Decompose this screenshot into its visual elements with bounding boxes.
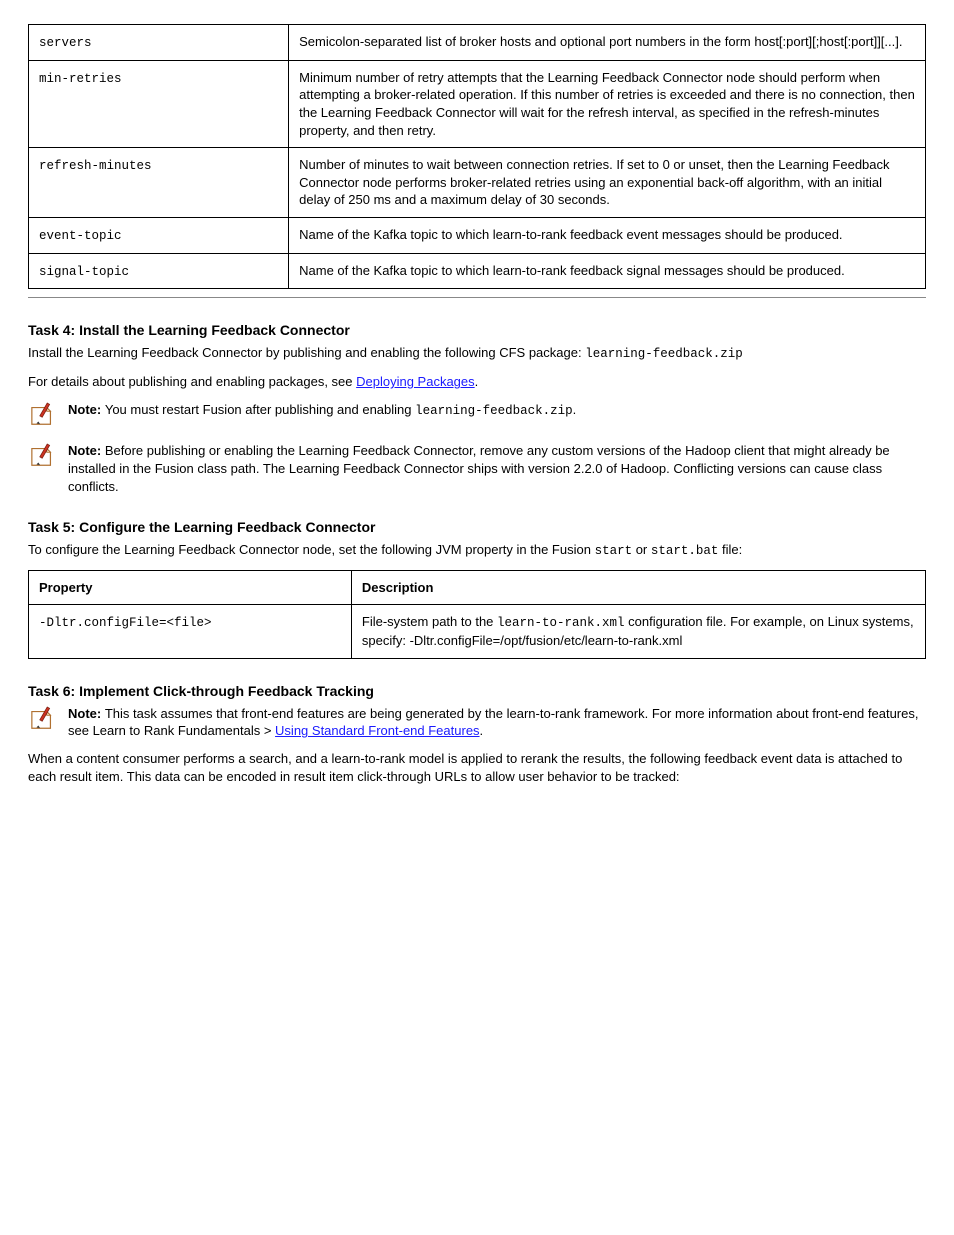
- package-name: learning-feedback.zip: [585, 347, 743, 361]
- prop-name: -Dltr.configFile=<file>: [39, 616, 212, 630]
- table-header-row: Property Description: [29, 570, 926, 605]
- prop-desc: Semicolon-separated list of broker hosts…: [289, 25, 926, 61]
- table-row: event-topic Name of the Kafka topic to w…: [29, 217, 926, 253]
- heading-task-5: Task 5: Configure the Learning Feedback …: [28, 519, 926, 535]
- prop-desc: Minimum number of retry attempts that th…: [289, 60, 926, 147]
- table-row: min-retries Minimum number of retry atte…: [29, 60, 926, 147]
- note-label: Note:: [68, 443, 105, 458]
- code: learning-feedback.zip: [415, 404, 573, 418]
- text: or: [632, 542, 651, 557]
- heading-task-4: Task 4: Install the Learning Feedback Co…: [28, 322, 926, 338]
- prop-desc: Number of minutes to wait between connec…: [289, 148, 926, 218]
- table-row: servers Semicolon-separated list of brok…: [29, 25, 926, 61]
- task6-para: When a content consumer performs a searc…: [28, 750, 926, 785]
- note-restart: Note: You must restart Fusion after publ…: [28, 401, 926, 433]
- note-text: .: [573, 402, 577, 417]
- col-header-description: Description: [351, 570, 925, 605]
- table-row: refresh-minutes Number of minutes to wai…: [29, 148, 926, 218]
- col-header-property: Property: [29, 570, 352, 605]
- text: File-system path to the: [362, 614, 497, 629]
- note-icon: [28, 706, 58, 737]
- note-text: This task assumes that front-end feature…: [68, 706, 918, 739]
- note-icon: [28, 443, 58, 474]
- deploying-packages-link[interactable]: Deploying Packages: [356, 374, 475, 389]
- text: Install the Learning Feedback Connector …: [28, 345, 585, 360]
- note-label: Note:: [68, 402, 105, 417]
- code: learn-to-rank.xml: [497, 616, 625, 630]
- prop-name: event-topic: [39, 229, 122, 243]
- text: For details about publishing and enablin…: [28, 374, 356, 389]
- note-frontend-features: Note: This task assumes that front-end f…: [28, 705, 926, 740]
- note-icon: [28, 402, 58, 433]
- divider: [28, 297, 926, 298]
- note-text: Before publishing or enabling the Learni…: [68, 443, 890, 493]
- note-label: Note:: [68, 706, 105, 721]
- code: start: [595, 544, 633, 558]
- task4-para2: For details about publishing and enablin…: [28, 373, 926, 391]
- prop-desc: File-system path to the learn-to-rank.xm…: [351, 605, 925, 658]
- text: .: [475, 374, 479, 389]
- prop-name: signal-topic: [39, 265, 129, 279]
- table-row: -Dltr.configFile=<file> File-system path…: [29, 605, 926, 658]
- properties-table-1: servers Semicolon-separated list of brok…: [28, 24, 926, 289]
- note-text: You must restart Fusion after publishing…: [105, 402, 415, 417]
- code: start.bat: [651, 544, 719, 558]
- prop-name: min-retries: [39, 72, 122, 86]
- task4-para1: Install the Learning Feedback Connector …: [28, 344, 926, 363]
- heading-task-6: Task 6: Implement Click-through Feedback…: [28, 683, 926, 699]
- prop-desc: Name of the Kafka topic to which learn-t…: [289, 217, 926, 253]
- prop-name: servers: [39, 36, 92, 50]
- prop-desc: Name of the Kafka topic to which learn-t…: [289, 253, 926, 289]
- text: file:: [718, 542, 742, 557]
- text: To configure the Learning Feedback Conne…: [28, 542, 595, 557]
- properties-table-2: Property Description -Dltr.configFile=<f…: [28, 570, 926, 659]
- note-hadoop: Note: Before publishing or enabling the …: [28, 442, 926, 495]
- frontend-features-link[interactable]: Using Standard Front-end Features: [275, 723, 480, 738]
- task5-para: To configure the Learning Feedback Conne…: [28, 541, 926, 560]
- table-row: signal-topic Name of the Kafka topic to …: [29, 253, 926, 289]
- prop-name: refresh-minutes: [39, 159, 152, 173]
